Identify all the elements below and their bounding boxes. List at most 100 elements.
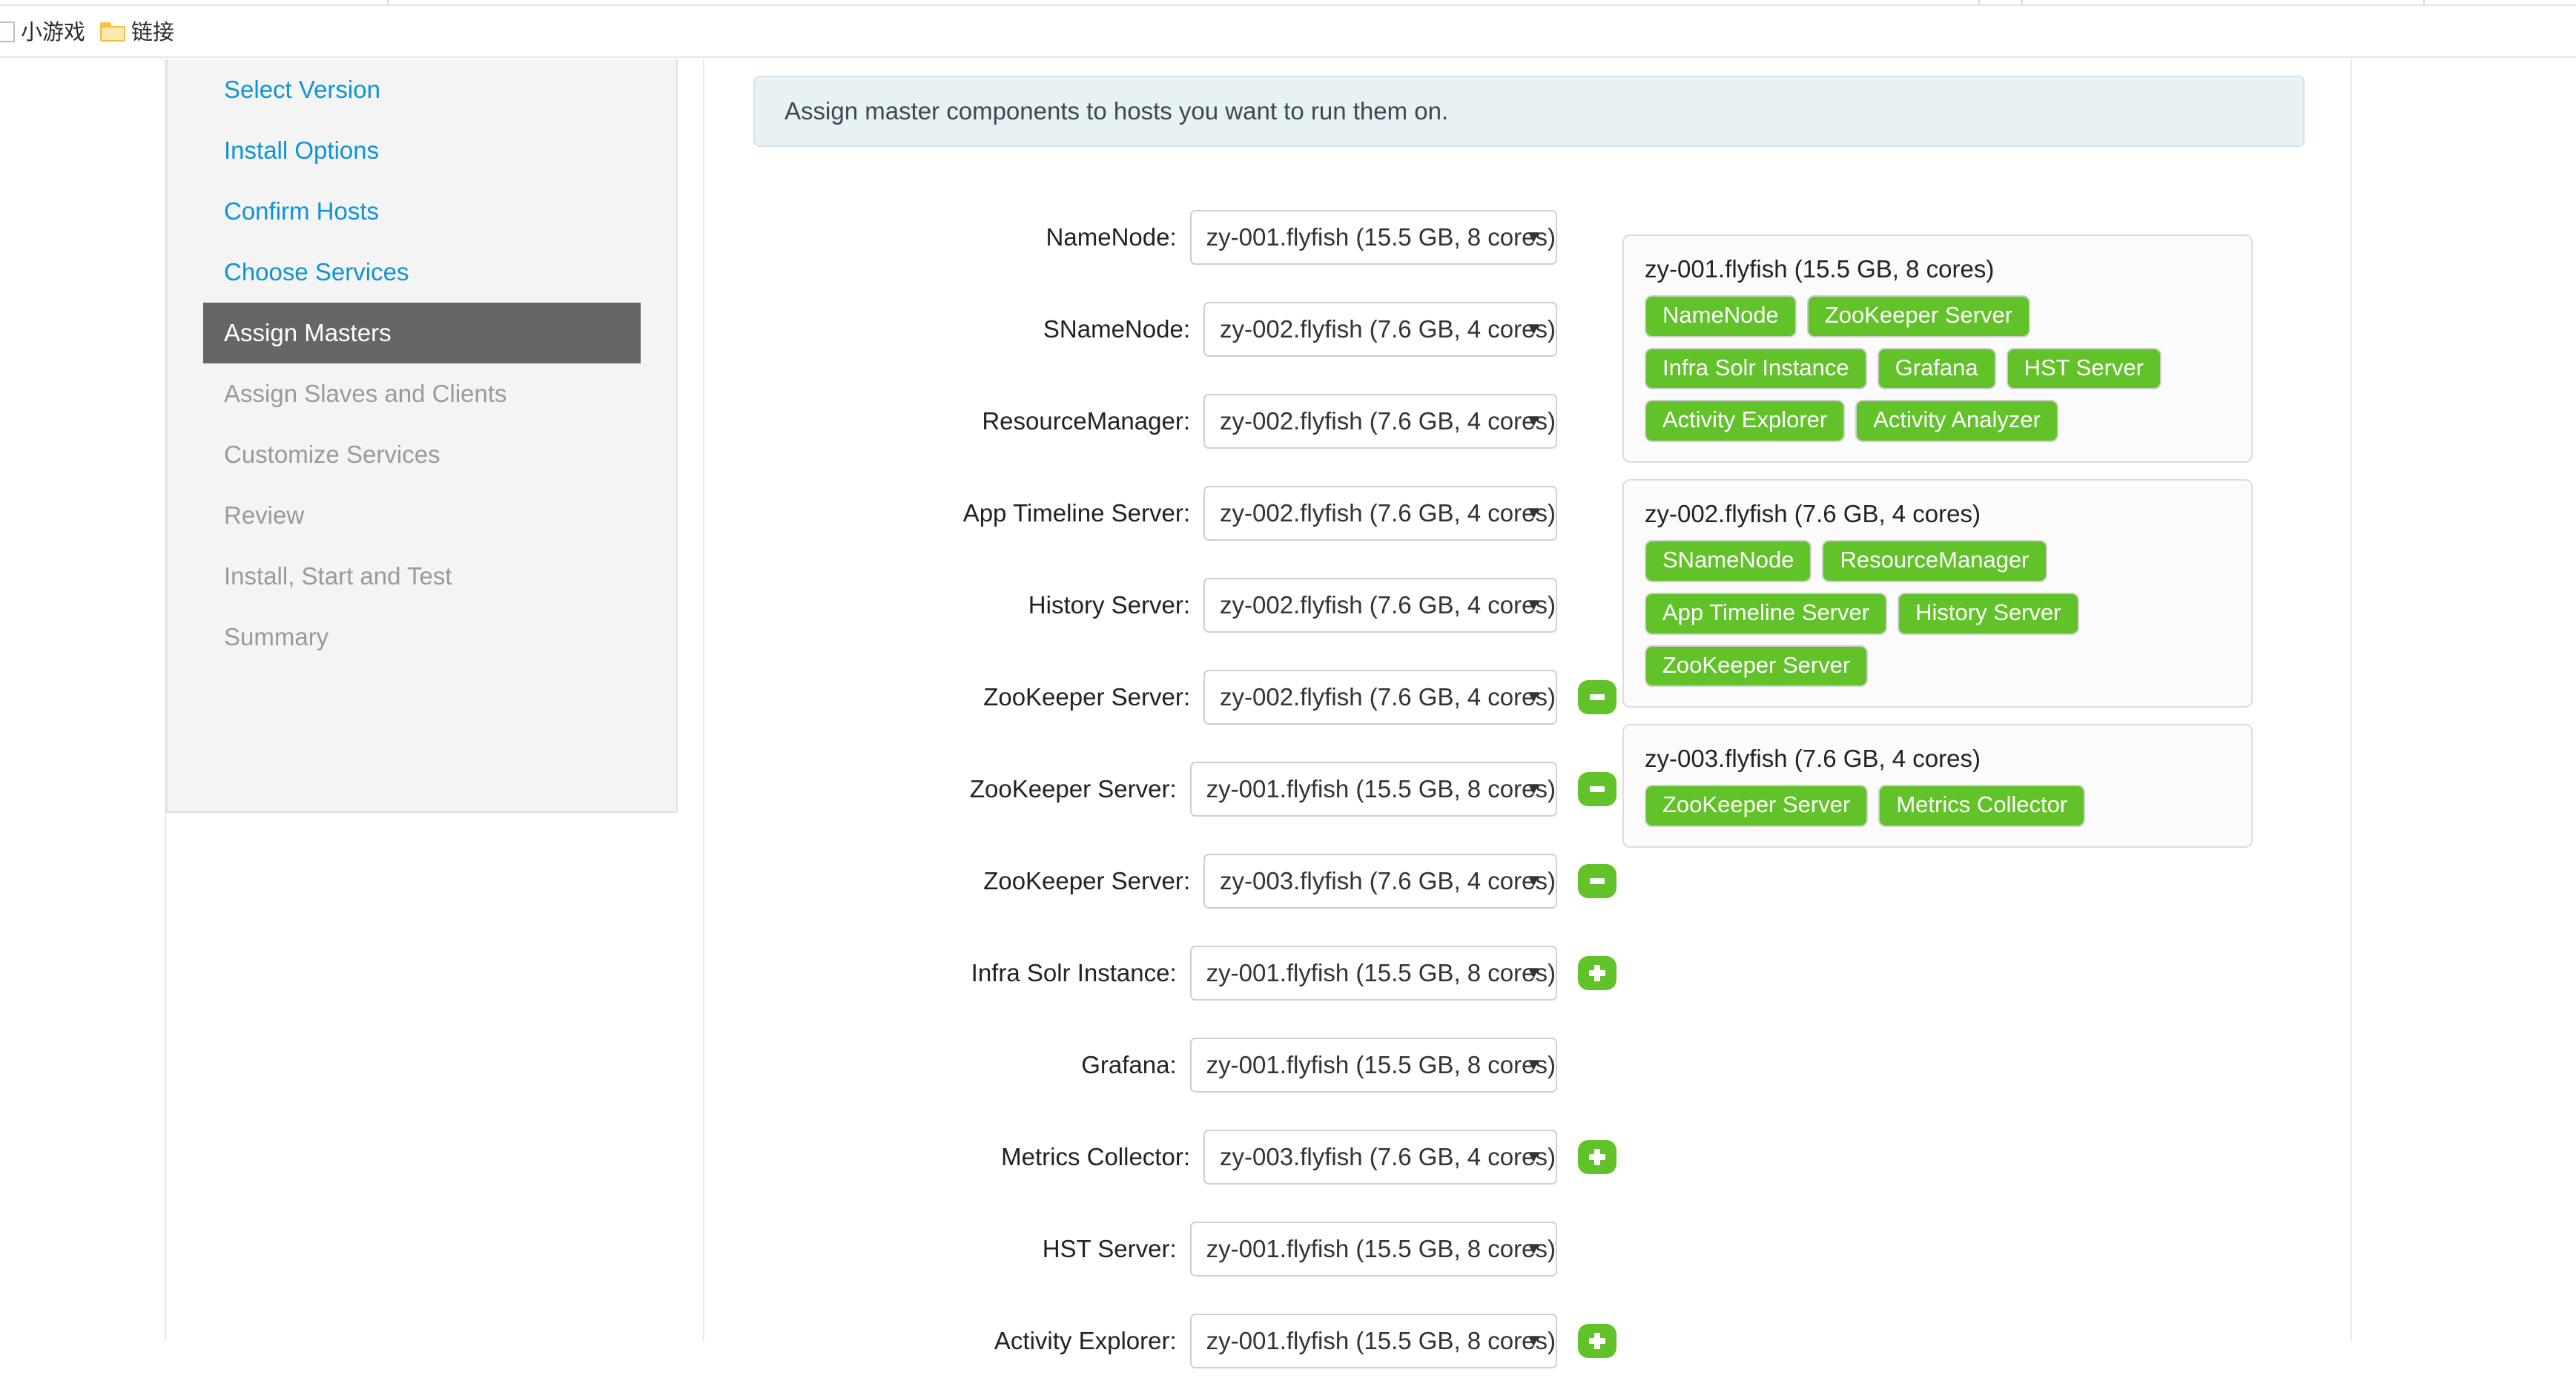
assignment-row: Activity Explorer:zy-001.flyfish (15.5 G… <box>704 1295 1616 1387</box>
plus-icon <box>1589 1149 1605 1165</box>
folder-icon <box>100 22 125 42</box>
bookmark-item-lianjie[interactable]: 链接 <box>93 7 182 57</box>
wizard-step-install-start-and-test: Install, Start and Test <box>168 546 676 607</box>
host-select[interactable]: zy-002.flyfish (7.6 GB, 4 cores)▼ <box>1203 394 1557 449</box>
chevron-down-icon: ▼ <box>1525 504 1542 522</box>
host-select[interactable]: zy-002.flyfish (7.6 GB, 4 cores)▼ <box>1203 578 1557 633</box>
minus-icon <box>1590 694 1605 700</box>
component-chip: App Timeline Server <box>1645 593 1887 635</box>
host-select[interactable]: zy-001.flyfish (15.5 GB, 8 cores)▼ <box>1190 1222 1557 1276</box>
host-assignment-cards: zy-001.flyfish (15.5 GB, 8 cores) NameNod… <box>1622 234 2253 864</box>
component-label: ResourceManager: <box>704 407 1203 435</box>
chevron-down-icon: ▼ <box>1525 596 1542 614</box>
component-chip-list: ZooKeeper ServerMetrics Collector <box>1645 785 2229 827</box>
minus-icon <box>1590 786 1605 792</box>
toolbar-divider <box>2021 0 2023 6</box>
host-card-title: zy-002.flyfish (7.6 GB, 4 cores) <box>1645 500 2229 528</box>
host-select[interactable]: zy-001.flyfish (15.5 GB, 8 cores)▼ <box>1190 762 1557 817</box>
assignment-row: ZooKeeper Server:zy-001.flyfish (15.5 GB… <box>704 743 1616 835</box>
assign-masters-form: NameNode:zy-001.flyfish (15.5 GB, 8 core… <box>704 191 1616 1387</box>
host-select-value: zy-002.flyfish (7.6 GB, 4 cores) <box>1220 683 1556 711</box>
remove-component-button[interactable] <box>1578 864 1616 898</box>
browser-toolbar-strip <box>0 0 2576 6</box>
component-chip: Activity Analyzer <box>1855 400 2058 442</box>
host-select[interactable]: zy-003.flyfish (7.6 GB, 4 cores)▼ <box>1203 1130 1557 1185</box>
component-chip: ZooKeeper Server <box>1645 785 1868 827</box>
host-select-value: zy-003.flyfish (7.6 GB, 4 cores) <box>1220 1143 1556 1171</box>
host-card-title: zy-001.flyfish (15.5 GB, 8 cores) <box>1645 255 2229 283</box>
add-component-button[interactable] <box>1578 1140 1616 1174</box>
bookmark-item-xiaoyouxi[interactable]: 小游戏 <box>0 7 93 57</box>
page-icon <box>0 22 15 42</box>
bookmark-label: 小游戏 <box>21 22 85 43</box>
host-select-value: zy-001.flyfish (15.5 GB, 8 cores) <box>1206 1051 1556 1079</box>
host-select-value: zy-002.flyfish (7.6 GB, 4 cores) <box>1220 499 1556 527</box>
host-select-value: zy-001.flyfish (15.5 GB, 8 cores) <box>1206 1235 1556 1263</box>
component-chip: Infra Solr Instance <box>1645 348 1867 390</box>
component-label: SNameNode: <box>704 315 1203 343</box>
button-spacer <box>1578 312 1616 346</box>
host-select-value: zy-001.flyfish (15.5 GB, 8 cores) <box>1206 1327 1556 1355</box>
chevron-down-icon: ▼ <box>1525 780 1542 798</box>
assignment-row: ZooKeeper Server:zy-003.flyfish (7.6 GB,… <box>704 835 1616 927</box>
add-component-button[interactable] <box>1578 956 1616 990</box>
host-select[interactable]: zy-001.flyfish (15.5 GB, 8 cores)▼ <box>1190 1038 1557 1093</box>
component-label: NameNode: <box>704 223 1190 251</box>
button-spacer <box>1578 588 1616 622</box>
remove-component-button[interactable] <box>1578 680 1616 714</box>
host-select-value: zy-002.flyfish (7.6 GB, 4 cores) <box>1220 315 1556 343</box>
component-label: ZooKeeper Server: <box>704 683 1203 711</box>
component-chip-list: NameNodeZooKeeper ServerInfra Solr Insta… <box>1645 295 2229 442</box>
host-card: zy-003.flyfish (7.6 GB, 4 cores)ZooKeepe… <box>1622 724 2253 848</box>
host-select-value: zy-002.flyfish (7.6 GB, 4 cores) <box>1220 407 1556 435</box>
toolbar-divider <box>1978 0 1980 6</box>
button-spacer <box>1578 1232 1616 1266</box>
host-select-value: zy-001.flyfish (15.5 GB, 8 cores) <box>1206 775 1556 803</box>
component-label: App Timeline Server: <box>704 499 1203 527</box>
chevron-down-icon: ▼ <box>1525 872 1542 890</box>
wizard-step-sidebar: Select VersionInstall OptionsConfirm Hos… <box>166 59 678 813</box>
component-chip-list: SNameNodeResourceManagerApp Timeline Ser… <box>1645 540 2229 687</box>
chevron-down-icon: ▼ <box>1525 320 1542 338</box>
wizard-step-select-version[interactable]: Select Version <box>168 59 676 120</box>
chevron-down-icon: ▼ <box>1525 1332 1542 1350</box>
wizard-step-choose-services[interactable]: Choose Services <box>168 242 676 303</box>
host-select[interactable]: zy-001.flyfish (15.5 GB, 8 cores)▼ <box>1190 1314 1557 1368</box>
component-label: Activity Explorer: <box>704 1327 1190 1355</box>
wizard-step-customize-services: Customize Services <box>168 424 676 485</box>
chevron-down-icon: ▼ <box>1525 688 1542 706</box>
assignment-row: Grafana:zy-001.flyfish (15.5 GB, 8 cores… <box>704 1019 1616 1111</box>
chevron-down-icon: ▼ <box>1525 228 1542 246</box>
assign-masters-content: Assign master components to hosts you wa… <box>704 59 2352 1341</box>
host-select[interactable]: zy-002.flyfish (7.6 GB, 4 cores)▼ <box>1203 486 1557 541</box>
plus-icon <box>1589 1333 1605 1349</box>
chevron-down-icon: ▼ <box>1525 964 1542 982</box>
component-label: History Server: <box>704 591 1203 619</box>
assignment-row: Infra Solr Instance:zy-001.flyfish (15.5… <box>704 927 1616 1019</box>
host-select[interactable]: zy-001.flyfish (15.5 GB, 8 cores)▼ <box>1190 946 1557 1001</box>
wizard-step-confirm-hosts[interactable]: Confirm Hosts <box>168 181 676 242</box>
minus-icon <box>1590 878 1605 884</box>
component-label: Infra Solr Instance: <box>704 959 1190 987</box>
host-select[interactable]: zy-002.flyfish (7.6 GB, 4 cores)▼ <box>1203 302 1557 357</box>
component-chip: ZooKeeper Server <box>1645 645 1868 688</box>
host-select[interactable]: zy-003.flyfish (7.6 GB, 4 cores)▼ <box>1203 854 1557 909</box>
wizard-step-install-options[interactable]: Install Options <box>168 120 676 181</box>
page-body: Select VersionInstall OptionsConfirm Hos… <box>0 59 2576 1341</box>
assignment-row: ZooKeeper Server:zy-002.flyfish (7.6 GB,… <box>704 651 1616 743</box>
chevron-down-icon: ▼ <box>1525 412 1542 430</box>
host-select[interactable]: zy-002.flyfish (7.6 GB, 4 cores)▼ <box>1203 670 1557 725</box>
host-card: zy-001.flyfish (15.5 GB, 8 cores) NameNod… <box>1622 234 2253 463</box>
remove-component-button[interactable] <box>1578 772 1616 806</box>
chevron-down-icon: ▼ <box>1525 1056 1542 1074</box>
assignment-row: Metrics Collector:zy-003.flyfish (7.6 GB… <box>704 1111 1616 1203</box>
toolbar-divider <box>387 0 389 6</box>
assignment-row: ResourceManager:zy-002.flyfish (7.6 GB, … <box>704 375 1616 467</box>
assignment-row: App Timeline Server:zy-002.flyfish (7.6 … <box>704 467 1616 559</box>
host-select-value: zy-002.flyfish (7.6 GB, 4 cores) <box>1220 591 1556 619</box>
host-select-value: zy-001.flyfish (15.5 GB, 8 cores) <box>1206 959 1556 987</box>
info-banner: Assign master components to hosts you wa… <box>753 76 2305 147</box>
host-select[interactable]: zy-001.flyfish (15.5 GB, 8 cores)▼ <box>1190 210 1557 265</box>
wizard-step-assign-masters[interactable]: Assign Masters <box>203 303 641 363</box>
add-component-button[interactable] <box>1578 1324 1616 1358</box>
